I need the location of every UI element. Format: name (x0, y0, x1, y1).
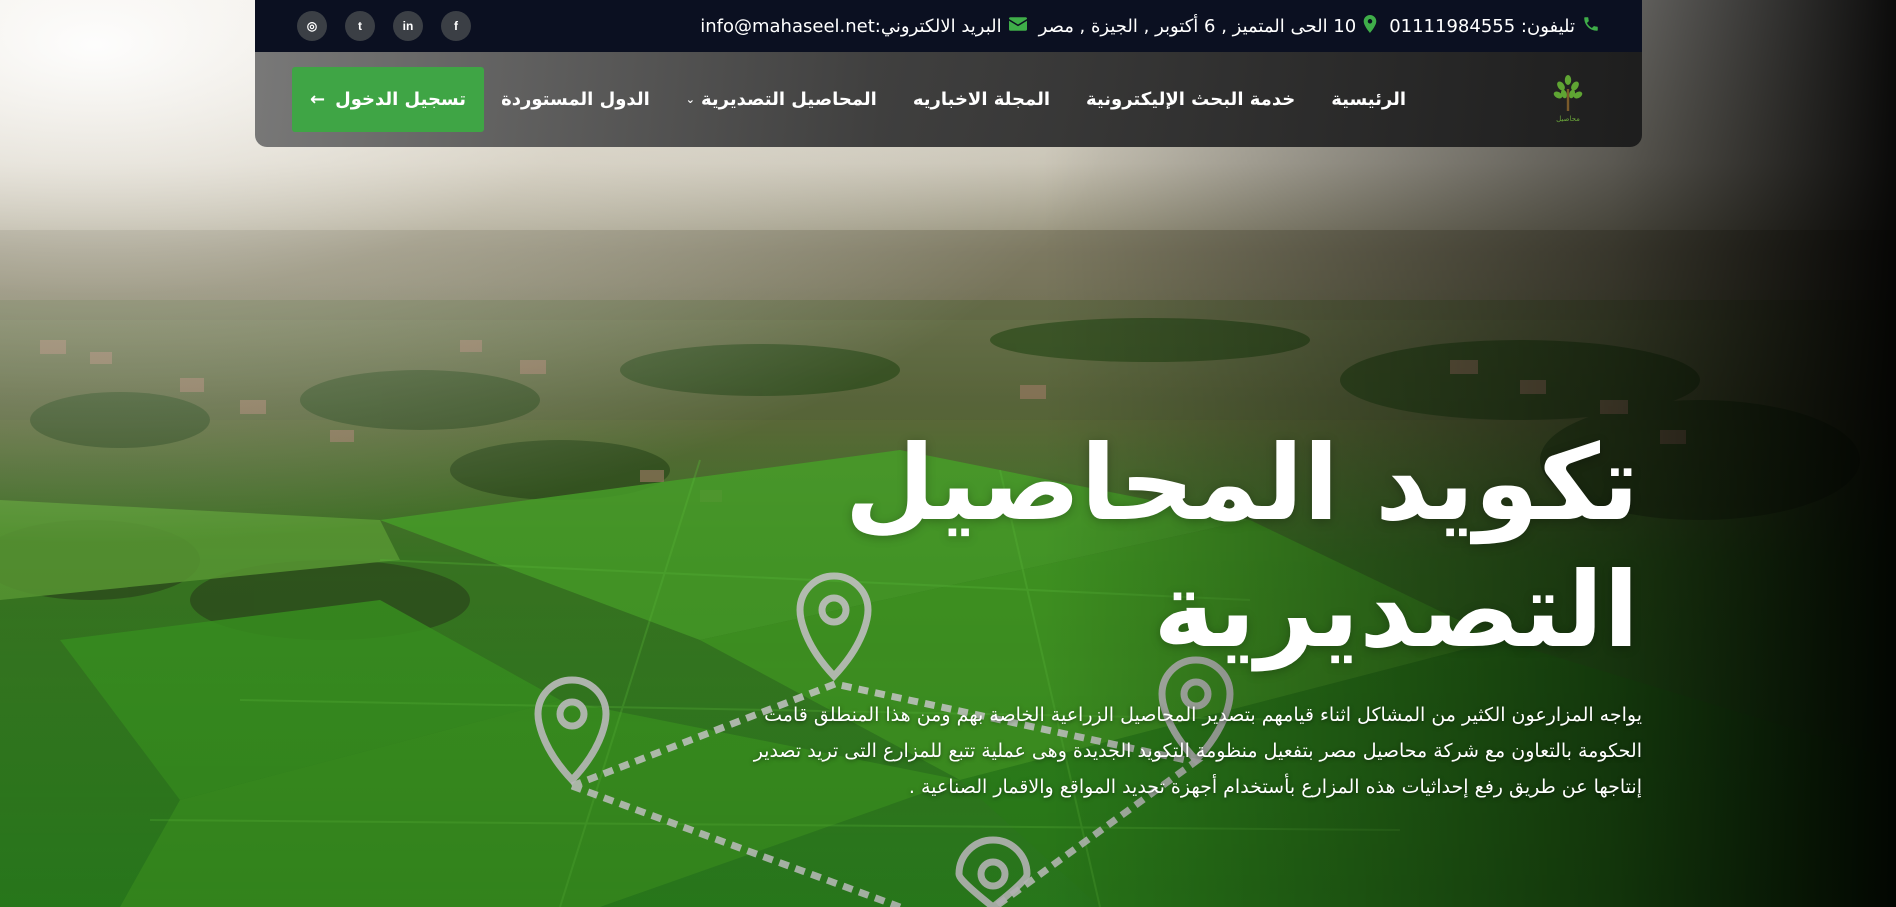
envelope-icon (1008, 17, 1027, 35)
arrow-left-icon: ← (309, 89, 326, 110)
nav-menu: الرئيسية خدمة البحث الإليكترونية المجلة … (501, 52, 1406, 147)
facebook-icon[interactable]: f (441, 11, 471, 41)
phone-text: تليفون: 01111984555 (1389, 15, 1575, 37)
instagram-icon[interactable]: ◎ (297, 11, 327, 41)
address-text: 10 الحى المتميز , 6 أكتوبر , الجيزة , مص… (1038, 15, 1357, 37)
hero-description: يواجه المزارعون الكثير من المشاكل اثناء … (753, 704, 1642, 798)
nav-item-news-magazine[interactable]: المجلة الاخباريه (913, 89, 1050, 110)
nav-item-label: الرئيسية (1331, 89, 1406, 110)
site-logo[interactable]: محاصيل (1550, 74, 1586, 126)
map-marker-icon (1363, 15, 1377, 37)
login-button-label: تسجيل الدخول (335, 89, 467, 110)
nav-item-home[interactable]: الرئيسية (1331, 89, 1406, 110)
twitter-icon[interactable]: t (345, 11, 375, 41)
nav-item-electronic-search[interactable]: خدمة البحث الإليكترونية (1086, 89, 1295, 110)
phone-contact[interactable]: تليفون: 01111984555 (1389, 15, 1600, 37)
login-button[interactable]: تسجيل الدخول ← (292, 67, 484, 132)
nav-item-label: الدول المستوردة (501, 89, 650, 110)
address-contact: 10 الحى المتميز , 6 أكتوبر , الجيزة , مص… (1039, 15, 1378, 37)
nav-item-label: المجلة الاخباريه (912, 89, 1051, 110)
hero-title: تكويد المحاصيل التصديرية (779, 420, 1639, 674)
email-contact[interactable]: البريد الالكتروني:info@mahaseel.net (700, 15, 1027, 37)
email-text: البريد الالكتروني:info@mahaseel.net (700, 15, 1002, 37)
top-info-bar: تليفون: 01111984555 10 الحى المتميز , 6 … (255, 0, 1642, 52)
contact-info: تليفون: 01111984555 10 الحى المتميز , 6 … (700, 15, 1600, 37)
linkedin-icon[interactable]: in (393, 11, 423, 41)
chevron-down-icon: ⌄ (685, 93, 695, 106)
phone-icon (1582, 15, 1600, 37)
nav-item-label: خدمة البحث الإليكترونية (1086, 89, 1296, 110)
social-links: ◎ t in f (297, 11, 471, 41)
nav-item-label: المحاصيل التصديرية (700, 89, 877, 110)
hero-title-line-2: التصديرية (1153, 548, 1639, 671)
nav-item-export-crops[interactable]: المحاصيل التصديرية ⌄ (686, 89, 877, 110)
logo-caption: محاصيل (1556, 115, 1580, 123)
nav-item-importing-countries[interactable]: الدول المستوردة (501, 89, 650, 110)
main-navbar: محاصيل الرئيسية خدمة البحث الإليكترونية … (255, 52, 1642, 147)
hero-title-line-1: تكويد المحاصيل (844, 422, 1639, 544)
tree-logo-icon (1553, 75, 1583, 111)
